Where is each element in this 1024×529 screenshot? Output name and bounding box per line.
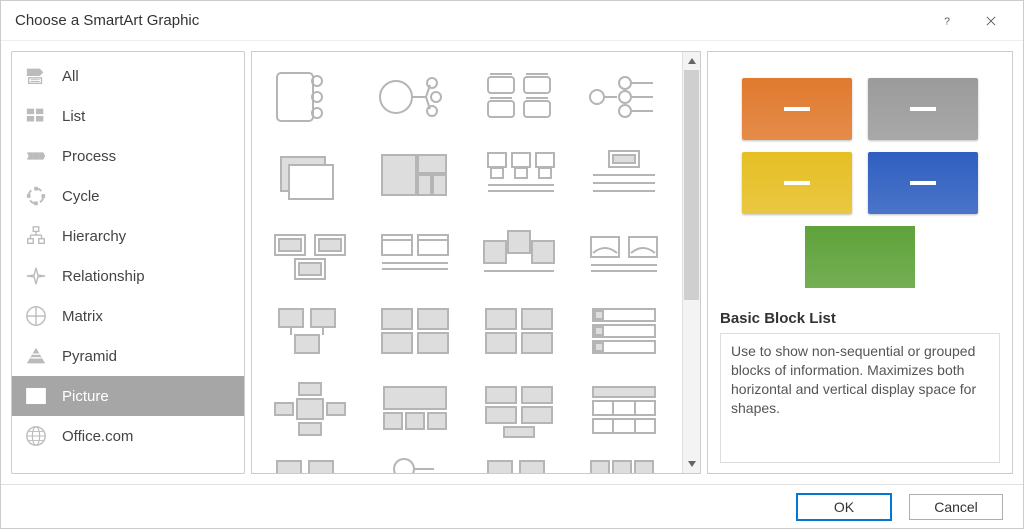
sidebar-item-picture[interactable]: Picture [12,376,244,416]
dialog-title: Choose a SmartArt Graphic [11,12,925,29]
pyramid-icon [24,344,48,368]
svg-text:?: ? [944,15,950,27]
smartart-thumbnail[interactable] [262,216,359,290]
sidebar-item-label: Relationship [62,268,145,285]
smartart-thumbnail[interactable] [576,294,673,368]
scroll-down-button[interactable] [683,455,700,473]
sidebar-item-matrix[interactable]: Matrix [12,296,244,336]
smartart-thumbnail[interactable] [367,450,464,473]
sidebar-item-officecom[interactable]: Office.com [12,416,244,456]
button-label: OK [834,499,854,515]
scroll-track[interactable] [683,70,700,455]
relationship-icon [24,264,48,288]
dialog-window: Choose a SmartArt Graphic ? All List Pro… [0,0,1024,529]
matrix-icon [24,304,48,328]
scroll-thumb[interactable] [684,70,699,300]
smartart-thumbnail[interactable] [367,138,464,212]
cancel-button[interactable]: Cancel [909,494,1003,520]
globe-icon [24,424,48,448]
smartart-thumbnail[interactable] [471,216,568,290]
gallery-scrollbar[interactable] [682,52,700,473]
sidebar-item-label: Pyramid [62,348,117,365]
button-label: Cancel [934,499,978,515]
sidebar-item-all[interactable]: All [12,56,244,96]
smartart-thumbnail[interactable] [367,294,464,368]
smartart-thumbnail[interactable] [576,372,673,446]
ok-button[interactable]: OK [797,494,891,520]
smartart-thumbnail[interactable] [367,216,464,290]
hierarchy-icon [24,224,48,248]
dialog-footer: OK Cancel [1,484,1023,528]
smartart-thumbnail[interactable] [262,372,359,446]
preview-block [742,78,852,140]
smartart-thumbnail[interactable] [576,216,673,290]
smartart-thumbnail[interactable] [262,138,359,212]
sidebar-item-label: List [62,108,85,125]
smartart-thumbnail[interactable] [367,60,464,134]
smartart-thumbnail[interactable] [262,60,359,134]
smartart-thumbnail[interactable] [367,372,464,446]
sidebar-item-cycle[interactable]: Cycle [12,176,244,216]
preview-block [868,78,978,140]
smartart-thumbnail[interactable] [471,138,568,212]
cycle-icon [24,184,48,208]
scroll-up-button[interactable] [683,52,700,70]
preview-canvas [720,62,1000,304]
category-sidebar: All List Process Cycle Hierarchy Relatio… [11,51,245,474]
preview-description: Use to show non-sequential or grouped bl… [720,333,1000,463]
preview-block [742,152,852,214]
smartart-thumbnail[interactable] [262,450,359,473]
sidebar-item-label: Process [62,148,116,165]
sidebar-item-label: Matrix [62,308,103,325]
dialog-body: All List Process Cycle Hierarchy Relatio… [1,41,1023,484]
picture-icon [24,384,48,408]
preview-title: Basic Block List [720,310,1000,327]
sidebar-item-hierarchy[interactable]: Hierarchy [12,216,244,256]
sidebar-item-label: Picture [62,388,109,405]
smartart-thumbnail[interactable] [471,372,568,446]
process-icon [24,144,48,168]
list-icon [24,104,48,128]
smartart-thumbnail[interactable] [576,138,673,212]
sidebar-item-relationship[interactable]: Relationship [12,256,244,296]
preview-blocks [742,78,978,214]
preview-panel: Basic Block List Use to show non-sequent… [707,51,1013,474]
smartart-thumbnail[interactable] [471,60,568,134]
close-button[interactable] [969,6,1013,36]
sidebar-item-label: All [62,68,79,85]
smartart-thumbnail[interactable] [576,60,673,134]
sidebar-item-label: Cycle [62,188,100,205]
smartart-thumbnail[interactable] [262,294,359,368]
sidebar-item-process[interactable]: Process [12,136,244,176]
sidebar-item-pyramid[interactable]: Pyramid [12,336,244,376]
preview-block-row [742,226,978,288]
sidebar-item-label: Office.com [62,428,133,445]
sidebar-item-label: Hierarchy [62,228,126,245]
sidebar-item-list[interactable]: List [12,96,244,136]
help-button[interactable]: ? [925,6,969,36]
all-icon [24,64,48,88]
preview-block [868,152,978,214]
smartart-thumbnail[interactable] [471,450,568,473]
smartart-gallery [252,52,682,473]
gallery-panel [251,51,701,474]
smartart-thumbnail[interactable] [576,450,673,473]
preview-block [805,226,915,288]
titlebar: Choose a SmartArt Graphic ? [1,1,1023,41]
smartart-thumbnail[interactable] [471,294,568,368]
